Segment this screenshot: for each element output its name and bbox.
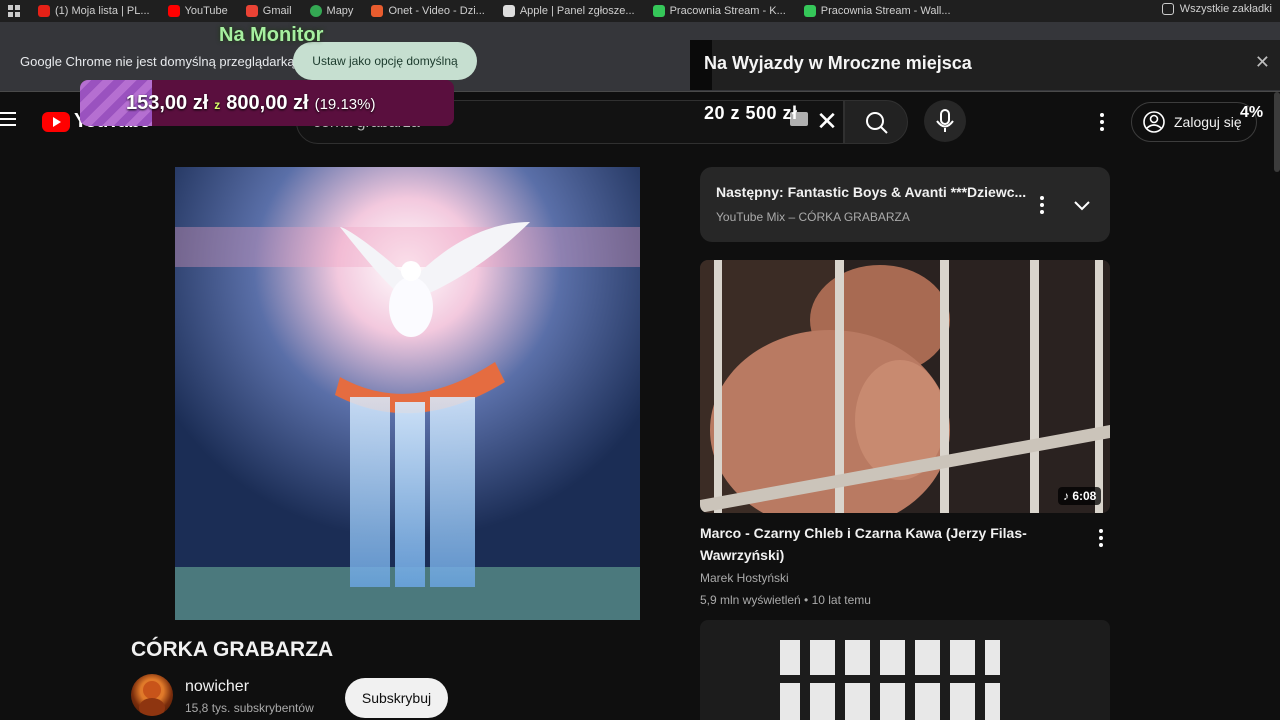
more-vert-icon <box>1030 191 1054 214</box>
bookmark-item[interactable]: Gmail <box>245 5 292 17</box>
bookmark-label: (1) Moja lista | PL... <box>55 5 150 17</box>
page-scrollbar[interactable] <box>1274 92 1280 172</box>
goal-percent: (19.13%) <box>314 95 376 113</box>
clear-search-icon[interactable]: ✕ <box>814 108 840 134</box>
overlay-na-monitor: Na Monitor <box>219 24 324 46</box>
donation-goal-text: 153,00 zł z 800,00 zł (19.13%) <box>126 92 375 115</box>
goal-current: 153,00 zł <box>126 91 209 114</box>
video-player[interactable] <box>175 167 640 620</box>
video-duration-badge: ♪ 6:08 <box>1058 487 1102 505</box>
all-bookmarks-label: Wszystkie zakładki <box>1179 3 1272 15</box>
donation-goal-bar: 153,00 zł z 800,00 zł (19.13%) <box>80 80 454 126</box>
youtube-play-icon <box>42 111 70 132</box>
screen: (1) Moja lista | PL... YouTube Gmail Map… <box>0 0 1280 720</box>
set-default-button[interactable]: Ustaw jako opcję domyślną <box>293 42 477 80</box>
bookmark-favicon-icon <box>371 5 384 17</box>
recommended-video-meta: 5,9 mln wyświetleń • 10 lat temu <box>700 593 871 607</box>
bookmark-item[interactable]: Onet - Video - Dzi... <box>371 5 485 17</box>
channel-avatar-image <box>139 681 165 716</box>
settings-more-button[interactable] <box>1090 108 1114 136</box>
subscriber-count: 15,8 tys. subskrybentów <box>185 701 314 715</box>
channel-avatar[interactable] <box>131 674 173 716</box>
bookmark-favicon-icon <box>502 5 515 17</box>
bookmark-item[interactable]: Apple | Panel zgłosze... <box>502 5 635 17</box>
bookmark-label: YouTube <box>184 5 228 17</box>
search-icon <box>866 112 888 134</box>
infobar-message: Google Chrome nie jest domyślną przegląd… <box>20 54 295 69</box>
up-next-subtitle: YouTube Mix – CÓRKA GRABARZA <box>716 210 910 224</box>
apps-icon[interactable] <box>8 5 20 17</box>
bookmark-favicon-icon <box>652 5 665 17</box>
folder-icon <box>1161 3 1174 15</box>
bookmark-label: Apple | Panel zgłosze... <box>519 5 635 17</box>
search-button[interactable] <box>844 100 908 144</box>
more-vert-icon <box>1092 524 1110 547</box>
microphone-icon <box>936 109 954 132</box>
all-bookmarks-button[interactable]: Wszystkie zakładki <box>1155 3 1272 15</box>
recommended-more-button[interactable] <box>1092 524 1110 548</box>
channel-name[interactable]: nowicher <box>185 678 249 696</box>
stream-alert-banner: Na Wyjazdy w Mroczne miejsca ✕ <box>690 40 1280 90</box>
bookmark-label: Pracownia Stream - Wall... <box>820 5 951 17</box>
bookmark-favicon-icon <box>167 5 180 17</box>
up-next-title: Następny: Fantastic Boys & Avanti ***Dzi… <box>716 184 1026 200</box>
overlay-percent: 4% <box>1240 104 1264 121</box>
goal-target: 800,00 zł <box>226 91 309 114</box>
bookmark-item[interactable]: (1) Moja lista | PL... <box>38 5 150 17</box>
dove-waterfall-artwork <box>175 167 640 620</box>
close-icon[interactable]: ✕ <box>1255 52 1270 73</box>
recommended-video-thumbnail[interactable] <box>700 620 1110 720</box>
chevron-down-icon <box>1074 201 1090 211</box>
bookmark-favicon-icon <box>38 5 50 17</box>
bookmark-item[interactable]: Pracownia Stream - Wall... <box>803 5 951 17</box>
bookmark-favicon-icon <box>309 5 322 17</box>
bookmark-label: Gmail <box>262 5 292 17</box>
bookmark-label: Mapy <box>326 5 354 17</box>
sign-in-label: Zaloguj się <box>1174 114 1242 130</box>
video-title: CÓRKA GRABARZA <box>131 638 334 661</box>
bookmark-favicon-icon <box>803 5 816 17</box>
alert-text: Na Wyjazdy w Mroczne miejsca <box>704 53 972 73</box>
goal-separator: z <box>214 97 221 112</box>
recommended-channel-name[interactable]: Marek Hostyński <box>700 571 789 585</box>
window-bars-thumbnail-image <box>700 620 1110 720</box>
subscribe-button[interactable]: Subskrybuj <box>345 678 448 718</box>
more-vert-icon <box>1090 108 1114 131</box>
up-next-more-button[interactable] <box>1030 191 1054 219</box>
bookmark-item[interactable]: Mapy <box>309 5 354 17</box>
expand-button[interactable] <box>1070 193 1094 217</box>
donation-counter: 20 z 500 zł <box>704 103 798 123</box>
bookmarks-bar: (1) Moja lista | PL... YouTube Gmail Map… <box>0 0 1280 22</box>
recommended-video-title[interactable]: Marco - Czarny Chleb i Czarna Kawa (Jerz… <box>700 522 1080 566</box>
bookmark-item[interactable]: Pracownia Stream - K... <box>652 5 786 17</box>
voice-search-button[interactable] <box>924 100 966 142</box>
bookmark-label: Onet - Video - Dzi... <box>388 5 485 17</box>
account-icon <box>1143 111 1165 133</box>
hamburger-menu-icon[interactable] <box>0 112 16 128</box>
bookmark-favicon-icon <box>245 5 258 17</box>
bookmark-label: Pracownia Stream - K... <box>669 5 786 17</box>
recommended-video-thumbnail[interactable] <box>700 260 1110 513</box>
prison-bars-thumbnail-image <box>700 260 1110 513</box>
sign-in-button[interactable]: Zaloguj się <box>1131 102 1257 142</box>
up-next-panel[interactable]: Następny: Fantastic Boys & Avanti ***Dzi… <box>700 167 1110 242</box>
bookmark-item[interactable]: YouTube <box>167 5 228 17</box>
